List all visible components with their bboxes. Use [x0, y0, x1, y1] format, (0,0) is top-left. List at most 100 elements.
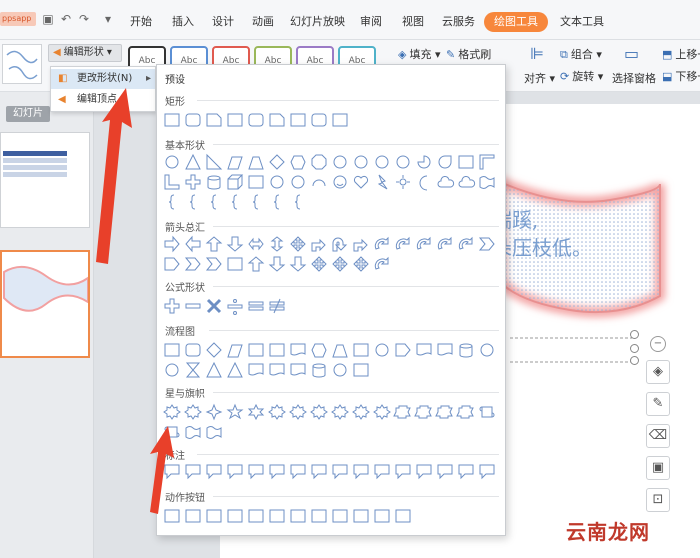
shape-option[interactable]	[478, 237, 495, 251]
shape-option[interactable]	[269, 113, 285, 127]
shape-option[interactable]	[206, 298, 222, 314]
shape-option[interactable]	[311, 464, 327, 480]
format-brush-button[interactable]: ✎ 格式刷	[446, 46, 491, 62]
shape-option[interactable]	[185, 113, 201, 127]
shape-option[interactable]	[163, 404, 181, 420]
shape-option[interactable]	[373, 404, 391, 420]
shape-option[interactable]	[393, 405, 411, 419]
shape-option[interactable]	[396, 175, 410, 189]
shape-option[interactable]	[164, 426, 180, 438]
shape-option[interactable]	[479, 464, 495, 480]
eraser-icon[interactable]: ⌫	[646, 424, 670, 448]
shape-option[interactable]	[332, 113, 348, 127]
shape-option[interactable]	[268, 404, 286, 420]
shape-option[interactable]	[353, 363, 369, 377]
shape-preview[interactable]	[2, 44, 42, 84]
shape-option[interactable]	[310, 404, 328, 420]
menu-animation[interactable]: 动画	[252, 13, 274, 31]
shape-row-basic-2[interactable]	[157, 173, 505, 191]
shape-option[interactable]	[312, 363, 326, 378]
shape-option[interactable]	[374, 464, 390, 480]
text-box-icon[interactable]: ⊡	[646, 488, 670, 512]
shape-row-flowchart-1[interactable]	[157, 341, 505, 359]
shape-option[interactable]	[435, 405, 453, 419]
shape-option[interactable]	[270, 175, 284, 189]
shape-option[interactable]	[395, 509, 411, 523]
shape-option[interactable]	[206, 342, 222, 358]
shape-option[interactable]	[416, 343, 432, 356]
shape-option[interactable]	[332, 256, 348, 272]
shape-option[interactable]	[227, 344, 243, 358]
shape-option[interactable]	[375, 155, 389, 169]
shape-option[interactable]	[227, 156, 243, 170]
shape-row-basic-3[interactable]	[157, 193, 505, 211]
basic-shapes-icon[interactable]	[157, 153, 505, 171]
group-button[interactable]: ⧉ 组合 ▾	[560, 46, 602, 62]
shape-option[interactable]	[458, 236, 473, 250]
shape-option[interactable]	[273, 194, 280, 210]
shape-option[interactable]	[247, 403, 265, 421]
shape-option[interactable]	[374, 256, 389, 270]
shape-option[interactable]	[290, 113, 306, 127]
shape-option[interactable]	[437, 464, 453, 480]
shape-row-stars-1[interactable]	[157, 403, 505, 421]
shape-option[interactable]	[311, 238, 326, 252]
shape-option[interactable]	[248, 156, 264, 170]
rotate-button[interactable]: ⟳ 旋转 ▾	[560, 68, 603, 84]
shape-option[interactable]	[269, 343, 285, 357]
equation-shapes-icon[interactable]	[157, 297, 505, 315]
shape-option[interactable]	[189, 194, 196, 210]
menu-text-tools[interactable]: 文本工具	[560, 13, 604, 31]
shape-option[interactable]	[227, 113, 243, 127]
shape-option[interactable]	[374, 236, 389, 250]
align-button[interactable]: 对齐 ▾	[524, 70, 555, 86]
shape-option[interactable]	[164, 298, 180, 314]
menu-drawing-tools[interactable]: 绘图工具	[484, 12, 548, 32]
shape-option[interactable]	[185, 174, 201, 190]
rectangle-shapes-icon[interactable]	[157, 111, 505, 129]
shape-option[interactable]	[312, 179, 326, 187]
shape-option[interactable]	[227, 509, 243, 523]
callout-shapes-icon[interactable]	[157, 463, 505, 481]
shape-option[interactable]	[227, 361, 243, 378]
shape-option[interactable]	[210, 194, 217, 210]
shape-row-arrows-2[interactable]	[157, 255, 505, 273]
resize-handle-middle[interactable]	[630, 344, 639, 353]
move-up-button[interactable]: ⬒上移一	[662, 46, 700, 62]
redo-icon[interactable]: ↷	[76, 11, 92, 27]
shape-option[interactable]	[437, 343, 453, 356]
shape-option[interactable]	[353, 238, 368, 252]
shape-option[interactable]	[205, 236, 223, 252]
border-icon[interactable]: ▣	[646, 456, 670, 480]
shape-option[interactable]	[290, 236, 306, 252]
shape-option[interactable]	[311, 256, 327, 272]
shape-row-flowchart-2[interactable]	[157, 361, 505, 379]
shape-option[interactable]	[311, 154, 327, 170]
shape-option[interactable]	[185, 362, 201, 378]
basic-shapes-icon[interactable]	[157, 173, 505, 191]
shape-option[interactable]	[206, 509, 222, 523]
shape-option[interactable]	[248, 509, 264, 523]
shape-option[interactable]	[248, 464, 264, 480]
shape-option[interactable]	[164, 174, 180, 190]
shape-option[interactable]	[311, 343, 327, 358]
shape-option[interactable]	[207, 175, 221, 190]
shape-option[interactable]	[290, 464, 306, 480]
shape-option[interactable]	[396, 155, 410, 169]
basic-shapes-icon[interactable]	[157, 193, 505, 211]
shape-option[interactable]	[353, 464, 369, 480]
shape-option[interactable]	[291, 175, 305, 189]
shape-option[interactable]	[438, 155, 452, 169]
shape-option[interactable]	[226, 236, 244, 252]
shape-row-arrows-1[interactable]	[157, 235, 505, 253]
star-banner-shapes-icon[interactable]	[157, 423, 505, 441]
shape-option[interactable]	[206, 361, 222, 378]
shape-option[interactable]	[164, 509, 180, 523]
pen-icon[interactable]: ✎	[646, 392, 670, 416]
shape-option[interactable]	[333, 363, 347, 377]
shape-option[interactable]	[248, 301, 264, 311]
shape-option[interactable]	[231, 194, 238, 210]
menu-review[interactable]: 审阅	[360, 13, 382, 31]
block-arrow-shapes-icon[interactable]	[157, 255, 505, 273]
shape-option[interactable]	[248, 113, 264, 127]
